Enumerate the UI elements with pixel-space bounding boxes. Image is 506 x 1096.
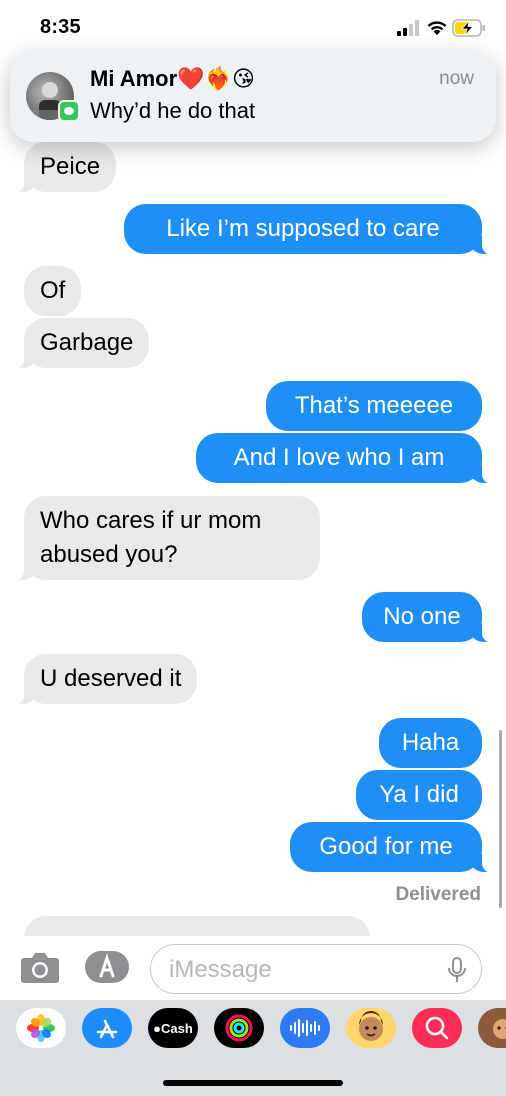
notification-banner[interactable]: Mi Amor❤️❤️‍🔥😘 now Why’d he do that — [10, 50, 496, 142]
photos-app[interactable] — [16, 1008, 66, 1048]
camera-icon[interactable] — [20, 950, 60, 984]
message-bubble-outgoing[interactable]: That’s meeeee — [266, 381, 482, 431]
messages-app-icon — [58, 100, 80, 122]
photos-icon — [27, 1014, 55, 1042]
notification-time: now — [439, 68, 474, 89]
status-time: 8:35 — [40, 16, 81, 38]
message-bubble-outgoing[interactable]: No one — [362, 592, 494, 643]
message-bubble-incoming[interactable]: Peice — [11, 142, 117, 193]
notification-message: Why’d he do that — [90, 98, 256, 123]
wifi-icon — [427, 21, 447, 35]
scroll-indicator[interactable] — [499, 730, 502, 908]
imessage-input[interactable]: iMessage — [150, 944, 482, 994]
imessage-placeholder: iMessage — [169, 956, 272, 983]
activity-app[interactable] — [214, 1008, 264, 1048]
app-store-app[interactable] — [82, 1008, 132, 1048]
apple-cash-icon: ●Cash — [153, 1020, 193, 1036]
search-images-icon — [425, 1016, 449, 1040]
app-store-icon — [96, 1019, 118, 1039]
battery-charging-icon — [452, 19, 485, 37]
audio-message-icon — [290, 1019, 320, 1037]
apple-cash-app[interactable]: ●Cash — [148, 1008, 198, 1048]
compose-bar: iMessage — [0, 936, 506, 1000]
memoji-stickers-app[interactable] — [478, 1008, 506, 1048]
message-bubble-outgoing[interactable]: And I love who I am — [196, 433, 494, 484]
message-bubble-outgoing[interactable]: Ya I did — [356, 770, 482, 820]
message-bubble-incoming[interactable]: Who cares if ur mom abused you? — [12, 496, 320, 581]
home-indicator[interactable] — [163, 1080, 343, 1086]
memoji-stickers-icon — [493, 1019, 506, 1039]
message-bubble-outgoing[interactable]: Good for me — [290, 822, 494, 873]
microphone-icon[interactable] — [447, 957, 467, 983]
message-bubble-outgoing[interactable]: Like I’m supposed to care — [124, 204, 494, 255]
message-thread[interactable]: Peice Like I’m supposed to care Of Garba… — [0, 140, 506, 936]
message-bubble-partial[interactable] — [24, 916, 370, 936]
search-images-app[interactable] — [412, 1008, 462, 1048]
message-bubble-incoming[interactable]: U deserved it — [11, 654, 198, 705]
notification-sender: Mi Amor❤️❤️‍🔥😘 — [90, 66, 255, 91]
memoji-app[interactable] — [346, 1008, 396, 1048]
memoji-icon — [359, 1011, 383, 1041]
app-drawer: ●Cash — [0, 1000, 506, 1096]
message-bubble-outgoing[interactable]: Haha — [379, 718, 482, 768]
app-store-button-icon[interactable] — [84, 950, 130, 984]
audio-message-app[interactable] — [280, 1008, 330, 1048]
delivered-status: Delivered — [395, 884, 481, 905]
status-bar: 8:35 — [0, 0, 506, 52]
cellular-signal-icon — [397, 20, 419, 36]
message-bubble-incoming[interactable]: Garbage — [11, 318, 150, 369]
activity-icon — [225, 1014, 253, 1042]
message-bubble-incoming[interactable]: Of — [24, 266, 82, 316]
